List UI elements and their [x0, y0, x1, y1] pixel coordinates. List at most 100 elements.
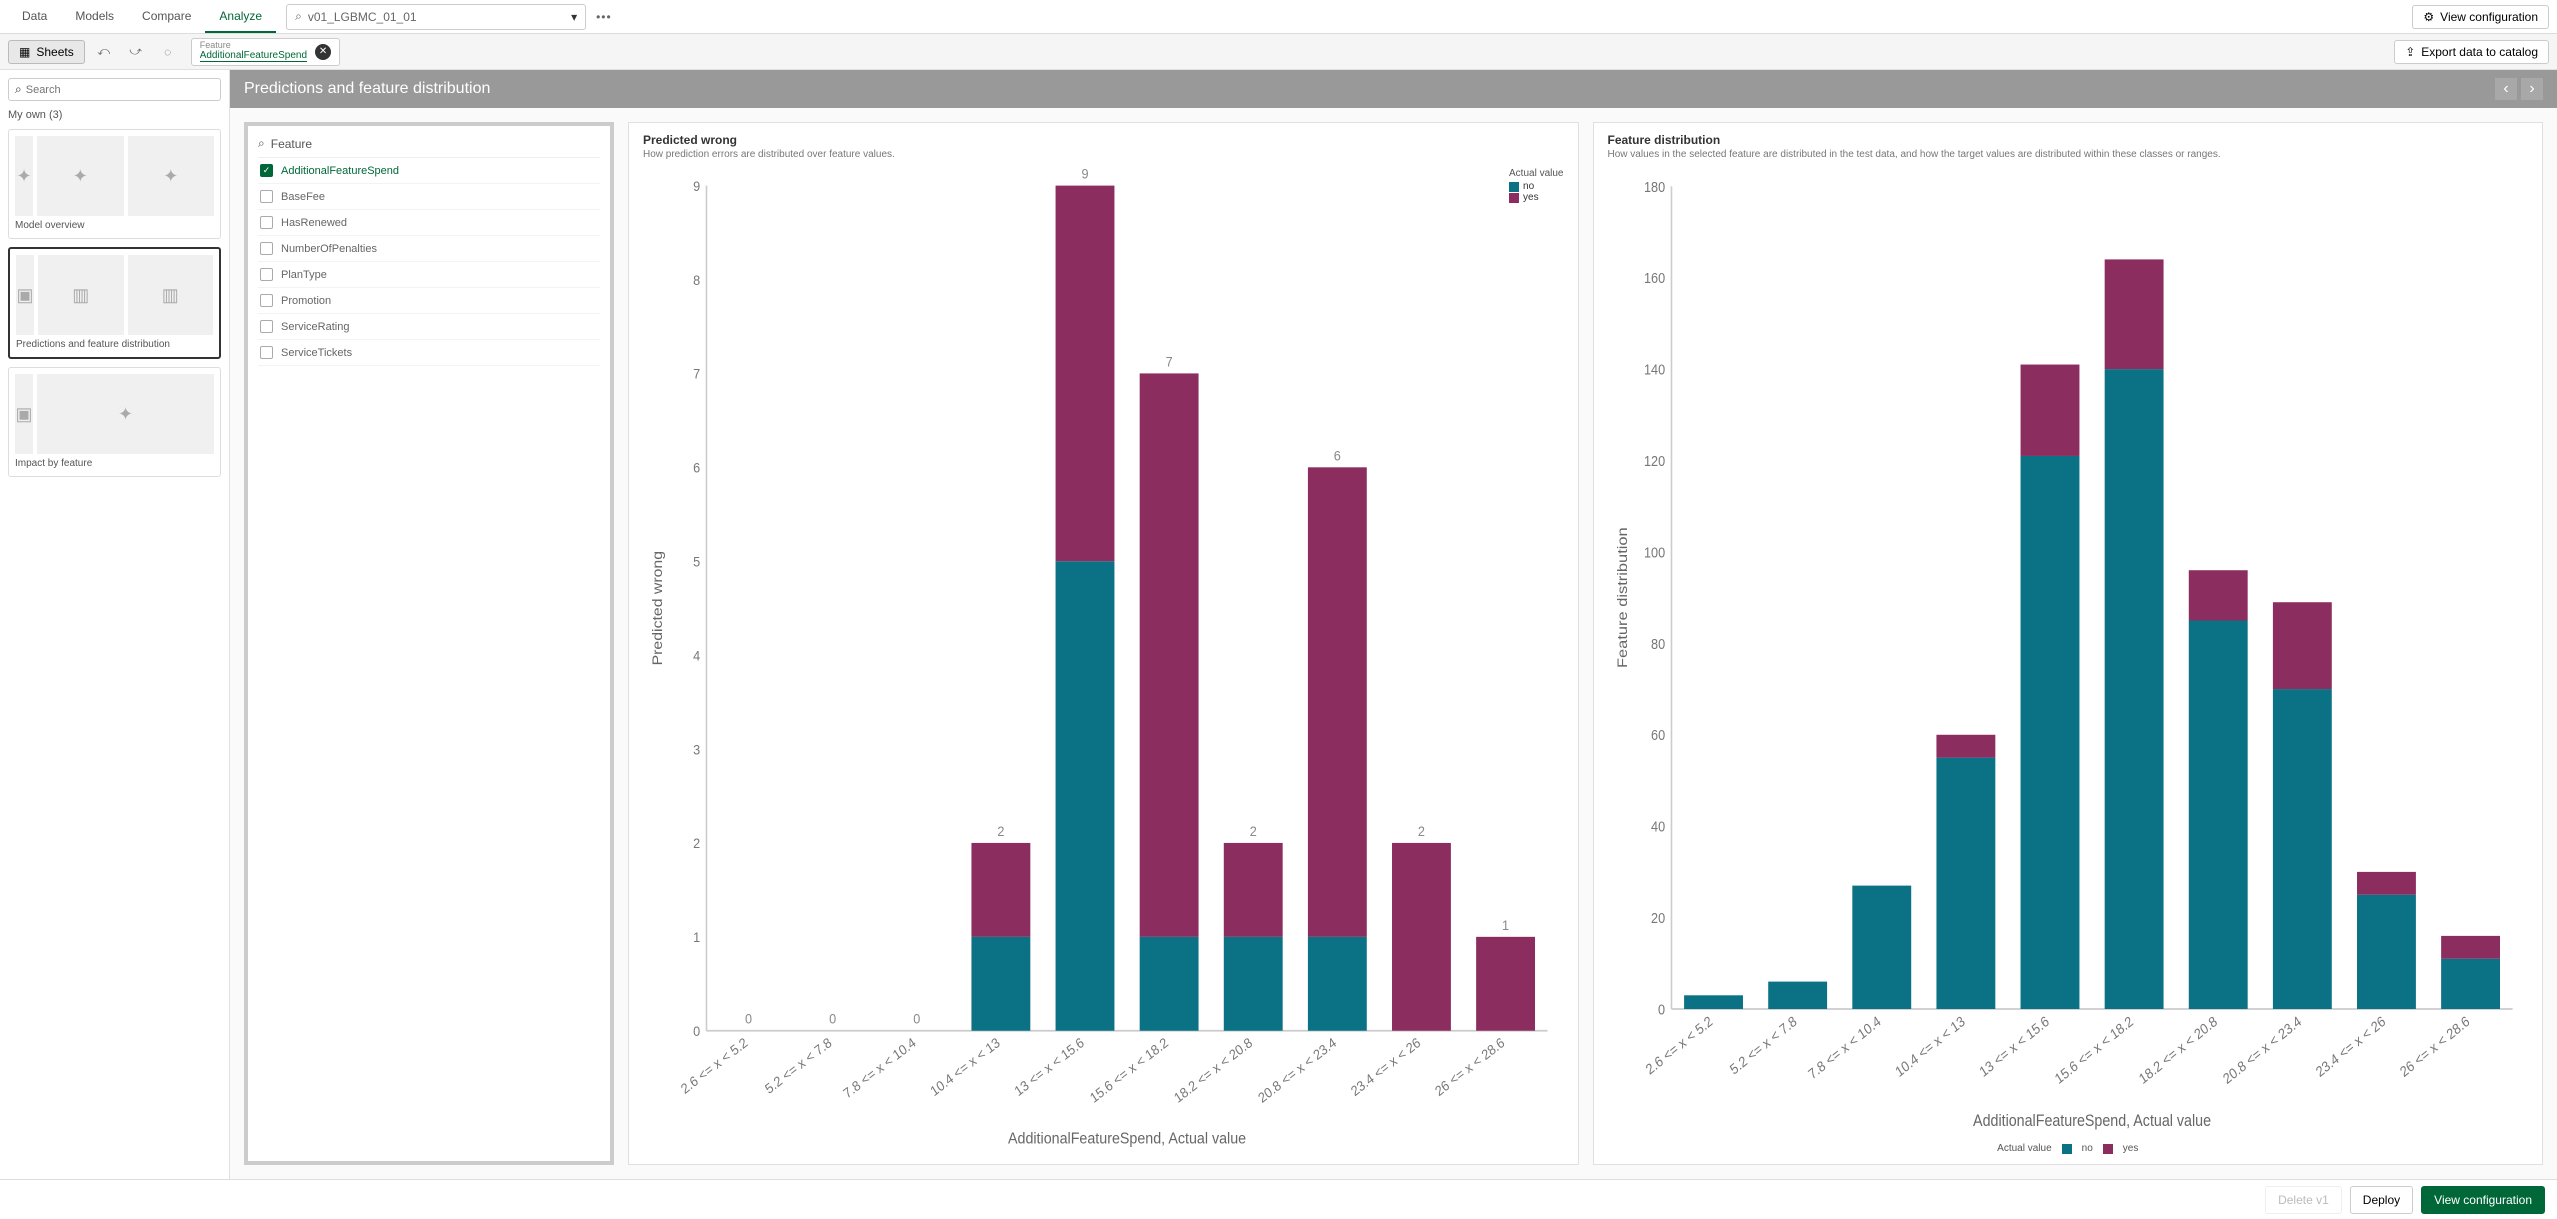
svg-text:3: 3: [693, 742, 700, 758]
export-data-button[interactable]: ⇪ Export data to catalog: [2394, 40, 2549, 64]
legend-swatch-no: [2062, 1144, 2072, 1154]
sheet-title: Predictions and feature distribution: [16, 339, 213, 351]
svg-text:40: 40: [1651, 819, 1665, 835]
svg-text:0: 0: [745, 1011, 752, 1027]
feature-item[interactable]: ✓ AdditionalFeatureSpend: [258, 158, 600, 184]
checkbox[interactable]: [260, 216, 273, 229]
svg-text:AdditionalFeatureSpend, Actual: AdditionalFeatureSpend, Actual value: [1973, 1112, 2211, 1130]
svg-text:0: 0: [693, 1023, 700, 1039]
svg-text:18.2 <= x < 20.8: 18.2 <= x < 20.8: [2136, 1013, 2220, 1087]
svg-text:1: 1: [693, 930, 700, 946]
feature-distribution-chart: Feature distribution How values in the s…: [1593, 122, 2544, 1165]
legend-label-no: no: [2082, 1143, 2093, 1154]
svg-text:26 <= x < 28.6: 26 <= x < 28.6: [2397, 1013, 2472, 1080]
view-configuration-button[interactable]: View configuration: [2421, 1186, 2545, 1214]
chart-legend: Actual value no yes: [1509, 168, 1563, 203]
checkbox[interactable]: [260, 190, 273, 203]
svg-text:5.2 <= x < 7.8: 5.2 <= x < 7.8: [1727, 1013, 1799, 1078]
svg-text:9: 9: [1081, 168, 1088, 182]
svg-text:100: 100: [1643, 545, 1665, 561]
svg-text:8: 8: [693, 272, 700, 288]
thumb-placeholder: ▣: [16, 255, 34, 335]
model-selector[interactable]: ⌕ v01_LGBMC_01_01 ▾: [286, 4, 586, 30]
checkbox[interactable]: [260, 242, 273, 255]
tab-analyze[interactable]: Analyze: [205, 0, 276, 33]
feature-item[interactable]: PlanType: [258, 262, 600, 288]
search-input[interactable]: [26, 84, 214, 96]
legend-label-yes: yes: [2123, 1143, 2139, 1154]
sheet-card-model-overview[interactable]: ✦ ✦ ✦ Model overview: [8, 129, 221, 239]
sheet-card-impact[interactable]: ▣ ✦ Impact by feature: [8, 367, 221, 477]
svg-text:2.6 <= x < 5.2: 2.6 <= x < 5.2: [1643, 1013, 1715, 1078]
legend-swatch-yes: [1509, 193, 1519, 203]
svg-text:180: 180: [1643, 179, 1665, 195]
sheets-search[interactable]: ⌕: [8, 78, 221, 101]
svg-text:0: 0: [1658, 1002, 1665, 1018]
sheets-button[interactable]: ▦ Sheets: [8, 40, 85, 64]
sheet-card-predictions[interactable]: ▣ ▥ ▥ Predictions and feature distributi…: [8, 247, 221, 359]
next-sheet-button[interactable]: ›: [2521, 78, 2543, 100]
model-selector-value: v01_LGBMC_01_01: [308, 10, 417, 24]
svg-text:7.8 <= x < 10.4: 7.8 <= x < 10.4: [1805, 1013, 1883, 1083]
feature-filter-chip[interactable]: Feature AdditionalFeatureSpend ✕: [191, 38, 340, 66]
checkbox[interactable]: [260, 320, 273, 333]
legend-title: Actual value: [1997, 1143, 2051, 1154]
feature-item[interactable]: BaseFee: [258, 184, 600, 210]
svg-text:23.4 <= x < 26: 23.4 <= x < 26: [1348, 1035, 1423, 1100]
svg-text:6: 6: [693, 460, 700, 476]
search-icon: ⌕: [15, 82, 22, 97]
svg-text:Feature distribution: Feature distribution: [1614, 527, 1630, 668]
feature-item[interactable]: HasRenewed: [258, 210, 600, 236]
feature-item[interactable]: Promotion: [258, 288, 600, 314]
more-icon[interactable]: •••: [596, 10, 612, 24]
feature-name: ServiceTickets: [281, 347, 352, 359]
svg-text:1: 1: [1502, 917, 1509, 933]
sheet-title: Impact by feature: [15, 458, 214, 470]
top-bar: Data Models Compare Analyze ⌕ v01_LGBMC_…: [0, 0, 2557, 34]
deploy-button[interactable]: Deploy: [2350, 1186, 2413, 1214]
close-icon[interactable]: ✕: [315, 44, 331, 60]
chart-legend-bottom: Actual value no yes: [1608, 1143, 2529, 1154]
content: Predictions and feature distribution ‹ ›…: [230, 70, 2557, 1179]
chart-title: Predicted wrong: [643, 133, 1564, 147]
checkbox[interactable]: [260, 346, 273, 359]
svg-text:10.4 <= x < 13: 10.4 <= x < 13: [928, 1035, 1003, 1100]
feature-chip-label: Feature: [200, 41, 307, 51]
svg-text:AdditionalFeatureSpend, Actual: AdditionalFeatureSpend, Actual value: [1008, 1130, 1246, 1148]
checkbox[interactable]: ✓: [260, 164, 273, 177]
thumb-placeholder: ✦: [15, 136, 33, 216]
chevron-down-icon: ▾: [571, 10, 577, 24]
legend-swatch-yes: [2103, 1144, 2113, 1154]
svg-text:23.4 <= x < 26: 23.4 <= x < 26: [2313, 1013, 2388, 1080]
thumb-placeholder: ▣: [15, 374, 33, 454]
svg-text:5: 5: [693, 554, 700, 570]
checkbox[interactable]: [260, 268, 273, 281]
export-icon: ⇪: [2405, 45, 2415, 59]
selection-back-icon[interactable]: ⤺: [91, 39, 117, 65]
svg-text:7: 7: [1166, 354, 1173, 370]
secondary-toolbar: ▦ Sheets ⤺ ⤻ ◌ Feature AdditionalFeature…: [0, 34, 2557, 70]
svg-text:2: 2: [1250, 823, 1257, 839]
tab-data[interactable]: Data: [8, 0, 61, 33]
prev-sheet-button[interactable]: ‹: [2495, 78, 2517, 100]
tab-compare[interactable]: Compare: [128, 0, 205, 33]
feature-name: AdditionalFeatureSpend: [281, 165, 399, 177]
thumb-placeholder: ✦: [128, 136, 215, 216]
view-configuration-button-top[interactable]: ⚙ View configuration: [2412, 5, 2549, 29]
search-icon: ⌕: [258, 136, 265, 151]
feature-item[interactable]: NumberOfPenalties: [258, 236, 600, 262]
feature-item[interactable]: ServiceRating: [258, 314, 600, 340]
chart-title: Feature distribution: [1608, 133, 2529, 147]
selection-forward-icon[interactable]: ⤻: [123, 39, 149, 65]
svg-text:120: 120: [1643, 453, 1665, 469]
svg-text:18.2 <= x < 20.8: 18.2 <= x < 20.8: [1171, 1035, 1255, 1106]
feature-item[interactable]: ServiceTickets: [258, 340, 600, 366]
smart-select-icon[interactable]: ◌: [155, 39, 181, 65]
export-label: Export data to catalog: [2421, 45, 2538, 59]
view-config-label: View configuration: [2440, 10, 2538, 24]
svg-text:4: 4: [693, 648, 701, 664]
checkbox[interactable]: [260, 294, 273, 307]
svg-text:26 <= x < 28.6: 26 <= x < 28.6: [1432, 1035, 1507, 1100]
svg-text:20.8 <= x < 23.4: 20.8 <= x < 23.4: [1255, 1034, 1339, 1106]
tab-models[interactable]: Models: [61, 0, 128, 33]
